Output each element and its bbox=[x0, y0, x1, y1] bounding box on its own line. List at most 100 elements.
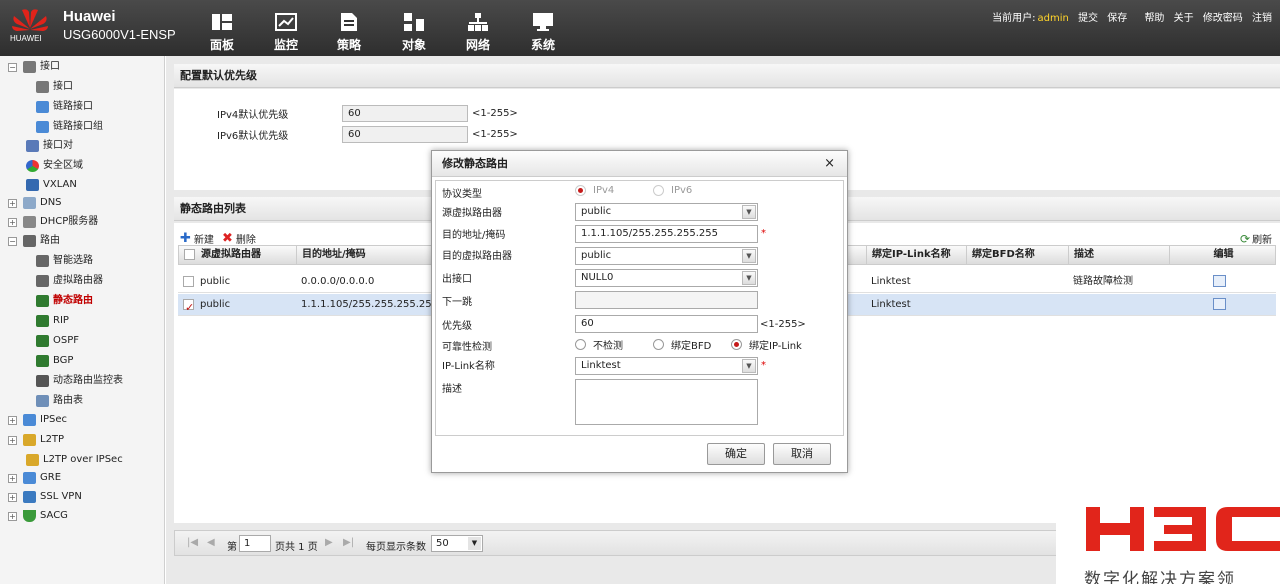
dst-vr-select[interactable]: public ▼ bbox=[575, 247, 758, 265]
select-all-checkbox[interactable] bbox=[184, 248, 195, 260]
sidebar-item-ipsec[interactable]: + IPSec bbox=[8, 411, 67, 429]
expand-icon[interactable]: + bbox=[8, 473, 17, 483]
ok-button[interactable]: 确定 bbox=[707, 443, 765, 465]
sidebar-item-interface[interactable]: − 接口 bbox=[8, 58, 60, 76]
col-bfd[interactable]: 绑定BFD名称 bbox=[967, 246, 1069, 264]
expand-icon[interactable]: + bbox=[8, 492, 17, 502]
change-password-link[interactable]: 修改密码 bbox=[1203, 13, 1243, 24]
nav-system[interactable]: 系统 bbox=[518, 12, 568, 53]
last-page-icon[interactable]: ▶| bbox=[343, 537, 354, 548]
sidebar-item-dhcp[interactable]: + DHCP服务器 bbox=[8, 213, 98, 231]
expand-icon[interactable]: + bbox=[8, 415, 17, 425]
sidebar-item-ospf[interactable]: OSPF bbox=[36, 332, 79, 350]
refresh-button[interactable]: ⟳ 刷新 bbox=[1240, 231, 1272, 247]
sidebar-item-virtual-router[interactable]: 虚拟路由器 bbox=[36, 272, 103, 290]
page-prefix: 第 bbox=[227, 542, 237, 553]
sidebar-item-link-interface[interactable]: 链路接口 bbox=[36, 98, 93, 116]
desc-label: 描述 bbox=[442, 384, 462, 395]
sidebar-item-ssl-vpn[interactable]: + SSL VPN bbox=[8, 488, 82, 506]
nav-policy-label: 策略 bbox=[336, 38, 361, 52]
sidebar-item-interface-sub[interactable]: 接口 bbox=[36, 78, 73, 96]
route-table-icon bbox=[36, 395, 49, 407]
priority-input[interactable]: 60 bbox=[575, 315, 758, 333]
col-src-vr[interactable]: 源虚拟路由器 bbox=[179, 246, 297, 264]
row-checkbox[interactable] bbox=[183, 275, 194, 287]
dialog-header: 修改静态路由 × bbox=[432, 151, 847, 177]
bind-iplink-radio[interactable]: 绑定IP-Link bbox=[731, 337, 802, 352]
sidebar-item-interface-pair[interactable]: 接口对 bbox=[26, 137, 73, 155]
close-icon[interactable]: × bbox=[824, 151, 835, 177]
shield-icon bbox=[23, 510, 36, 522]
protocol-ipv4-radio[interactable]: IPv4 bbox=[575, 185, 614, 196]
sidebar-item-route-table[interactable]: 路由表 bbox=[36, 392, 83, 410]
page-suffix: 页共 1 页 bbox=[275, 542, 318, 553]
dest-input[interactable]: 1.1.1.105/255.255.255.255 bbox=[575, 225, 758, 243]
sidebar-item-security-zone[interactable]: 安全区域 bbox=[26, 157, 83, 175]
cancel-button[interactable]: 取消 bbox=[773, 443, 831, 465]
nav-monitor-label: 监控 bbox=[273, 38, 298, 52]
per-page-select[interactable]: 50 ▼ bbox=[431, 535, 483, 552]
src-vr-select[interactable]: public ▼ bbox=[575, 203, 758, 221]
row-bfd bbox=[966, 271, 971, 293]
nav-system-label: 系统 bbox=[530, 38, 555, 52]
first-page-icon[interactable]: |◀ bbox=[187, 537, 198, 548]
expand-icon[interactable]: + bbox=[8, 435, 17, 445]
page-input[interactable]: 1 bbox=[239, 535, 271, 552]
expand-icon[interactable]: + bbox=[8, 511, 17, 521]
next-hop-input[interactable] bbox=[575, 291, 758, 309]
sidebar-item-rip[interactable]: RIP bbox=[36, 312, 69, 330]
about-link[interactable]: 关于 bbox=[1174, 13, 1194, 24]
sidebar-item-sacg[interactable]: + SACG bbox=[8, 507, 68, 525]
delete-button[interactable]: ✖ 删除 bbox=[222, 231, 256, 246]
col-desc[interactable]: 描述 bbox=[1069, 246, 1170, 264]
row-checkbox-checked[interactable]: ✓ bbox=[183, 298, 194, 314]
interface-icon bbox=[23, 61, 36, 73]
submit-link[interactable]: 提交 bbox=[1078, 13, 1098, 24]
out-if-select[interactable]: NULL0 ▼ bbox=[575, 269, 758, 287]
network-icon bbox=[467, 12, 489, 32]
nav-object-label: 对象 bbox=[401, 38, 426, 52]
help-link[interactable]: 帮助 bbox=[1144, 13, 1164, 24]
edit-icon[interactable] bbox=[1213, 275, 1226, 287]
bind-bfd-radio[interactable]: 绑定BFD bbox=[653, 337, 711, 352]
nav-network[interactable]: 网络 bbox=[453, 12, 503, 53]
interface-pair-icon bbox=[26, 140, 39, 152]
no-detect-radio[interactable]: 不检测 bbox=[575, 337, 623, 352]
sidebar-item-routing[interactable]: − 路由 bbox=[8, 232, 60, 250]
row-dest: 1.1.1.105/255.255.255.255 bbox=[301, 299, 438, 310]
protocol-ipv6-radio[interactable]: IPv6 bbox=[653, 185, 692, 196]
ipv6-range: <1-255> bbox=[472, 129, 518, 140]
expand-icon[interactable]: + bbox=[8, 198, 17, 208]
desc-textarea[interactable] bbox=[575, 379, 758, 425]
col-iplink[interactable]: 绑定IP-Link名称 bbox=[867, 246, 967, 264]
dest-label: 目的地址/掩码 bbox=[442, 230, 506, 241]
nav-monitor[interactable]: 监控 bbox=[261, 12, 311, 53]
sidebar-item-bgp[interactable]: BGP bbox=[36, 352, 73, 370]
nav-dashboard[interactable]: 面板 bbox=[197, 12, 247, 53]
ipv4-priority-input[interactable]: 60 bbox=[342, 105, 468, 122]
next-page-icon[interactable]: ▶ bbox=[325, 537, 333, 548]
sidebar-item-dns[interactable]: + DNS bbox=[8, 194, 62, 212]
sidebar-item-vxlan[interactable]: VXLAN bbox=[26, 176, 77, 194]
sidebar-item-l2tp-over-ipsec[interactable]: L2TP over IPSec bbox=[26, 451, 123, 469]
sidebar-item-l2tp[interactable]: + L2TP bbox=[8, 431, 64, 449]
top-links: 当前用户: admin 提交 保存 帮助 关于 修改密码 注销 bbox=[986, 9, 1272, 24]
collapse-icon[interactable]: − bbox=[8, 236, 17, 246]
expand-icon[interactable]: + bbox=[8, 217, 17, 227]
sidebar-item-smart-route[interactable]: 智能选路 bbox=[36, 252, 93, 270]
sidebar-item-dynamic-route-monitor[interactable]: 动态路由监控表 bbox=[36, 372, 123, 390]
ipv6-priority-input[interactable]: 60 bbox=[342, 126, 468, 143]
sidebar-item-static-route[interactable]: 静态路由 bbox=[36, 292, 93, 310]
iplink-select[interactable]: Linktest ▼ bbox=[575, 357, 758, 375]
nav-policy[interactable]: 策略 bbox=[324, 12, 374, 53]
new-button[interactable]: ✚ 新建 bbox=[180, 231, 214, 246]
logout-link[interactable]: 注销 bbox=[1252, 13, 1272, 24]
collapse-icon[interactable]: − bbox=[8, 62, 17, 72]
edit-icon[interactable] bbox=[1213, 298, 1226, 310]
prev-page-icon[interactable]: ◀ bbox=[207, 537, 215, 548]
top-header: HUAWEI Huawei USG6000V1-ENSP 面板 监控 策略 对象… bbox=[0, 0, 1280, 56]
sidebar-item-gre[interactable]: + GRE bbox=[8, 469, 61, 487]
nav-object[interactable]: 对象 bbox=[389, 12, 439, 53]
sidebar-item-link-interface-group[interactable]: 链路接口组 bbox=[36, 118, 103, 136]
save-link[interactable]: 保存 bbox=[1107, 13, 1127, 24]
